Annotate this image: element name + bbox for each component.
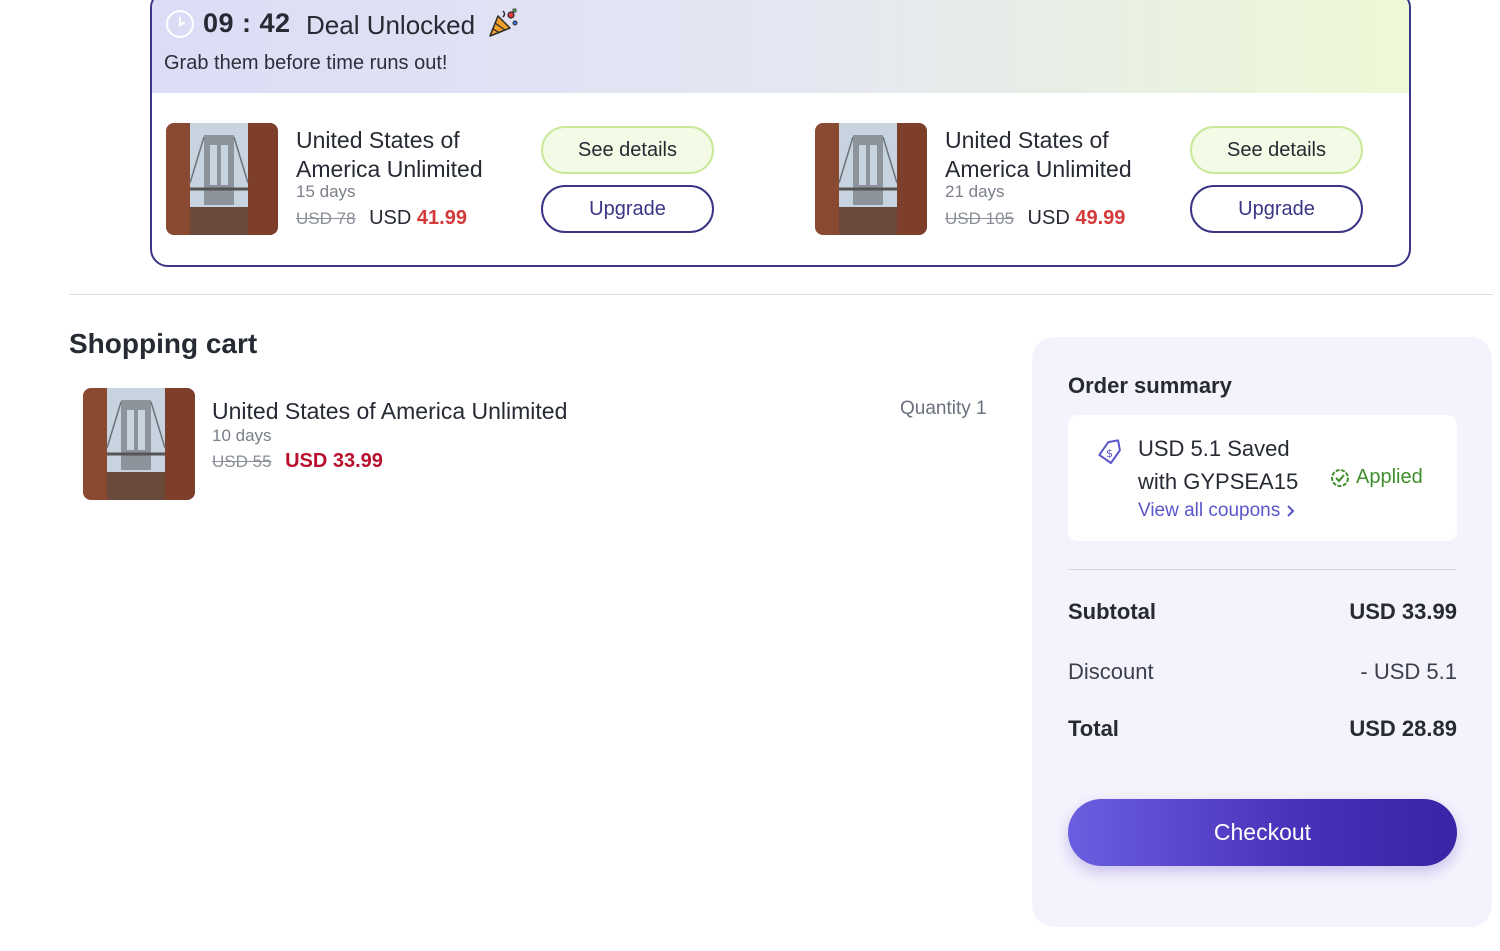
deal-header: 09 : 42 Deal Unlocked Grab them before t… — [152, 0, 1409, 93]
see-details-button[interactable]: See details — [1190, 126, 1363, 174]
product-image — [815, 123, 927, 235]
offer-price: USD 78 USD 41.99 — [296, 207, 467, 230]
subtotal-label: Subtotal — [1068, 599, 1156, 624]
discount-row: Discount - USD 5.1 — [1068, 659, 1457, 685]
cart-item-new-price: USD 33.99 — [285, 450, 383, 472]
discount-value: - USD 5.1 — [1360, 659, 1457, 684]
checkout-button[interactable]: Checkout — [1068, 799, 1457, 866]
offer-name: United States of America Unlimited — [945, 127, 1132, 182]
discount-label: Discount — [1068, 659, 1154, 684]
offer-days: 21 days — [945, 182, 1005, 201]
product-image — [166, 123, 278, 235]
view-all-coupons-link[interactable]: View all coupons — [1138, 500, 1296, 522]
see-details-button[interactable]: See details — [541, 126, 714, 174]
clock-icon — [166, 10, 194, 38]
cart-item-quantity: Quantity 1 — [900, 398, 987, 419]
product-image — [83, 388, 195, 500]
order-summary-title: Order summary — [1068, 373, 1232, 398]
deal-offer: United States of America Unlimited 21 da… — [815, 123, 1395, 243]
offer-old-price: USD 105 — [945, 209, 1014, 228]
total-row: Total USD 28.89 — [1068, 716, 1457, 742]
deal-subtitle: Grab them before time runs out! — [164, 52, 448, 74]
summary-divider — [1068, 569, 1457, 570]
cart-item-name: United States of America Unlimited — [212, 398, 568, 424]
offer-new-price: 41.99 — [416, 207, 467, 229]
deal-offer: United States of America Unlimited 15 da… — [166, 123, 746, 243]
deal-timer: 09 : 42 — [203, 8, 291, 38]
cart-title: Shopping cart — [69, 328, 258, 359]
subtotal-value: USD 33.99 — [1349, 599, 1457, 624]
offer-old-price: USD 78 — [296, 209, 356, 228]
total-label: Total — [1068, 716, 1119, 741]
applied-label: Applied — [1356, 466, 1423, 488]
offer-days: 15 days — [296, 182, 356, 201]
cart-item-days: 10 days — [212, 426, 272, 445]
offer-new-price: 49.99 — [1075, 207, 1126, 229]
total-value: USD 28.89 — [1349, 716, 1457, 741]
deal-title: Deal Unlocked — [306, 10, 476, 40]
coupon-applied-badge: Applied — [1330, 466, 1423, 489]
deal-panel: 09 : 42 Deal Unlocked Grab them before t… — [150, 0, 1411, 267]
offer-name: United States of America Unlimited — [296, 127, 483, 182]
svg-text:$: $ — [1106, 447, 1113, 460]
offer-currency: USD — [369, 207, 412, 229]
order-summary: Order summary $ USD 5.1 Saved with GYPSE… — [1032, 337, 1492, 927]
upgrade-button[interactable]: Upgrade — [1190, 185, 1363, 233]
view-all-coupons-label: View all coupons — [1138, 500, 1281, 521]
section-divider — [69, 294, 1493, 295]
check-badge-icon — [1331, 468, 1349, 487]
offer-price: USD 105 USD 49.99 — [945, 207, 1125, 230]
upgrade-button[interactable]: Upgrade — [541, 185, 714, 233]
cart-item-price: USD 55 USD 33.99 — [212, 450, 383, 473]
cart-item-old-price: USD 55 — [212, 452, 272, 471]
coupon-savings-text: USD 5.1 Saved with GYPSEA15 — [1138, 436, 1299, 494]
subtotal-row: Subtotal USD 33.99 — [1068, 599, 1457, 625]
offer-currency: USD — [1027, 207, 1070, 229]
coupon-card: $ USD 5.1 Saved with GYPSEA15 Applied Vi… — [1068, 415, 1457, 541]
coupon-tag-icon: $ — [1098, 439, 1121, 465]
party-popper-icon — [489, 8, 518, 37]
cart-item: United States of America Unlimited 10 da… — [83, 388, 1003, 503]
chevron-right-icon — [1287, 505, 1295, 517]
